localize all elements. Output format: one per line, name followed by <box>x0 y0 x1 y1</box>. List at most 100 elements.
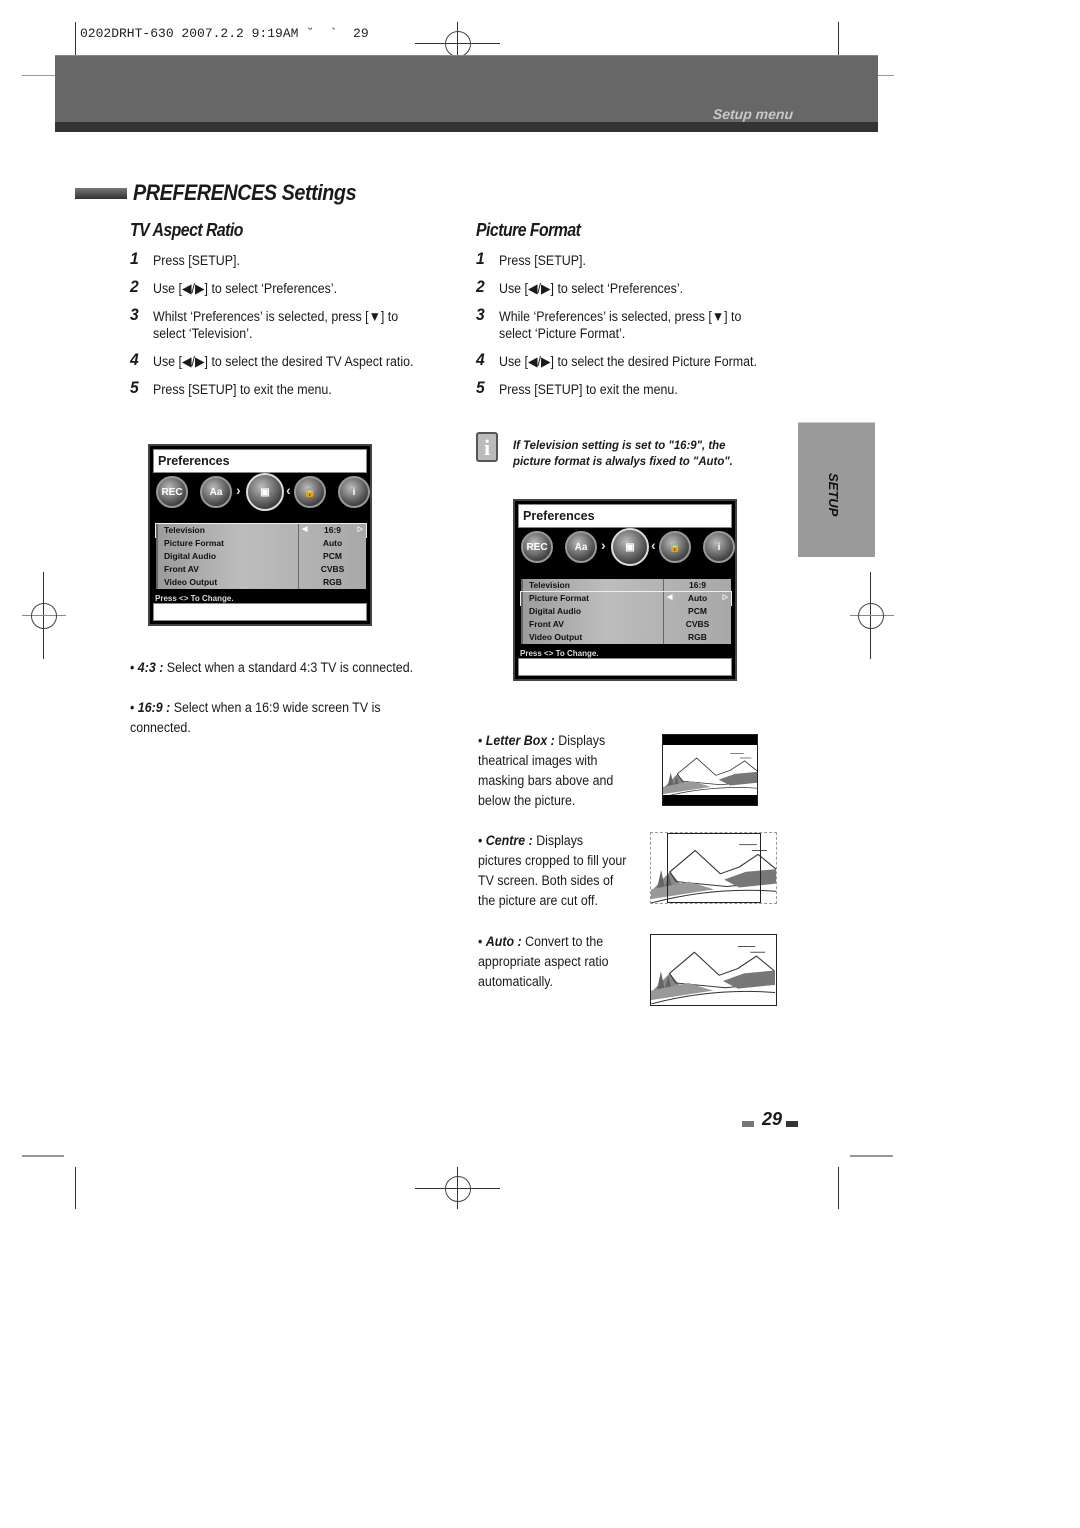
arrow-right-icon: › <box>601 537 606 553</box>
step-text: Press [SETUP] to exit the menu. <box>153 382 332 397</box>
option-term: Letter Box : <box>485 733 555 748</box>
step-text: Use [◀/▶] to select the desired TV Aspec… <box>153 354 414 369</box>
osd-icon-row: REC Aa › ▣ ‹ 🔒 i <box>519 528 735 571</box>
lock-icon: 🔒 <box>659 531 691 563</box>
step: 2 Use [◀/▶] to select ‘Preferences’. <box>130 277 424 297</box>
step: 3 Whilst ‘Preferences’ is selected, press… <box>130 305 424 342</box>
osd-preferences-picture-format: Preferences REC Aa › ▣ ‹ 🔒 i Television 1… <box>513 499 737 681</box>
step: 5 Press [SETUP] to exit the menu. <box>476 378 761 398</box>
option-term: 16:9 : <box>137 700 171 715</box>
masking-bar-bottom <box>663 795 757 805</box>
step: 2 Use [◀/▶] to select ‘Preferences’. <box>476 277 761 297</box>
lock-icon: 🔒 <box>294 476 326 508</box>
osd-settings-table: Television ◀ 16:9 ▷ Picture Format Auto Digi… <box>155 523 367 589</box>
landscape-image <box>663 753 757 797</box>
centre-illustration <box>650 832 777 904</box>
arrow-left-icon: ‹ <box>651 537 656 553</box>
step: 3 While ‘Preferences’ is selected, press … <box>476 305 761 342</box>
row-label: Video Output <box>164 577 218 587</box>
osd-row-video-output: Video Output RGB <box>521 631 731 644</box>
osd-hint: Press <> To Change. <box>155 594 234 603</box>
section-title: PREFERENCES Settings <box>133 180 357 205</box>
preferences-icon: ▣ <box>246 473 284 511</box>
left-arrow-icon: ◀ <box>667 594 673 601</box>
header-strip <box>55 122 878 132</box>
info-icon: i <box>338 476 370 508</box>
row-value: 16:9 <box>323 525 341 535</box>
osd-row-television: Television ◀ 16:9 ▷ <box>155 523 367 538</box>
chapter-label: Setup menu <box>712 106 794 122</box>
row-value: RGB <box>298 576 366 589</box>
row-label: Picture Format <box>164 538 224 548</box>
step-text: Whilst ‘Preferences’ is selected, press … <box>153 309 399 341</box>
option-16-9: • 16:9 : Select when a 16:9 wide screen … <box>130 700 381 735</box>
page-number: 29 <box>762 1109 783 1129</box>
row-value: CVBS <box>298 563 366 576</box>
step-text: Use [◀/▶] to select ‘Preferences’. <box>499 281 684 296</box>
row-value-cell: ◀ Auto ▷ <box>663 592 731 605</box>
step: 1 Press [SETUP]. <box>130 249 424 269</box>
right-arrow-icon: ▷ <box>722 594 728 601</box>
arrow-right-icon: › <box>236 482 241 498</box>
crop-frame <box>667 833 761 903</box>
row-value-cell: ◀ 16:9 ▷ <box>298 524 366 537</box>
option-centre: • Centre : Displays pictures cropped to … <box>478 833 627 908</box>
step-text: While ‘Preferences’ is selected, press [… <box>499 309 742 341</box>
option-term: 4:3 : <box>137 660 164 675</box>
page-number-bar-left <box>742 1121 754 1127</box>
row-label: Video Output <box>529 632 583 642</box>
language-icon: Aa <box>565 531 597 563</box>
step: 4 Use [◀/▶] to select the desired Picture… <box>476 350 761 370</box>
tv-aspect-steps: 1 Press [SETUP]. 2 Use [◀/▶] to select ‘Pr… <box>130 249 450 409</box>
letterbox-illustration <box>662 734 758 806</box>
row-value: PCM <box>298 550 366 563</box>
option-term: Centre : <box>485 833 533 848</box>
step-number: 3 <box>476 305 485 324</box>
row-value: RGB <box>663 631 731 644</box>
chapter-side-tab: SETUP <box>798 422 875 557</box>
info-icon: i <box>703 531 735 563</box>
row-value: Auto <box>298 537 366 550</box>
osd-settings-table: Television 16:9 Picture Format ◀ Auto ▷ Digi… <box>520 579 732 644</box>
row-label: Television <box>164 525 205 535</box>
step-number: 2 <box>130 277 139 296</box>
row-label: Picture Format <box>529 593 589 603</box>
crop-mark <box>850 1155 893 1157</box>
osd-title: Preferences <box>153 449 367 473</box>
osd-row-front-av: Front AV CVBS <box>156 563 366 576</box>
section-bar <box>75 188 127 199</box>
preferences-icon: ▣ <box>611 528 649 566</box>
record-icon: REC <box>521 531 553 563</box>
crop-mark <box>75 1167 76 1209</box>
row-label: Front AV <box>164 564 199 574</box>
osd-preferences-television: Preferences REC Aa › ▣ ‹ 🔒 i Television ◀… <box>148 444 372 626</box>
step: 4 Use [◀/▶] to select the desired TV Aspe… <box>130 350 424 370</box>
language-icon: Aa <box>200 476 232 508</box>
option-term: Auto : <box>485 934 522 949</box>
arrow-left-icon: ‹ <box>286 482 291 498</box>
step-text: Use [◀/▶] to select ‘Preferences’. <box>153 281 338 296</box>
side-tab-label: SETUP <box>826 473 841 517</box>
step-number: 2 <box>476 277 485 296</box>
row-value: PCM <box>663 605 731 618</box>
step-number: 3 <box>130 305 139 324</box>
option-auto: • Auto : Convert to the appropriate aspe… <box>478 934 609 989</box>
row-label: Front AV <box>529 619 564 629</box>
option-text: Select when a standard 4:3 TV is connect… <box>163 660 414 675</box>
crop-mark <box>22 1155 64 1157</box>
step-number: 1 <box>130 249 139 268</box>
print-slug: 0202DRHT-630 2007.2.2 9:19AM ˘ ` 29 <box>80 26 369 41</box>
osd-icon-row: REC Aa › ▣ ‹ 🔒 i <box>154 473 370 516</box>
page-number-bar-right <box>786 1121 798 1127</box>
row-label: Television <box>529 580 570 590</box>
osd-row-video-output: Video Output RGB <box>156 576 366 589</box>
row-label: Digital Audio <box>529 606 582 616</box>
step-number: 4 <box>476 350 485 369</box>
step-text: Press [SETUP]. <box>153 253 240 268</box>
row-value: 16:9 <box>663 579 731 592</box>
osd-row-television: Television 16:9 <box>521 579 731 592</box>
option-letter-box: • Letter Box : Displays theatrical image… <box>478 733 614 808</box>
step-number: 4 <box>130 350 139 369</box>
step-number: 5 <box>476 378 485 397</box>
osd-row-front-av: Front AV CVBS <box>521 618 731 631</box>
